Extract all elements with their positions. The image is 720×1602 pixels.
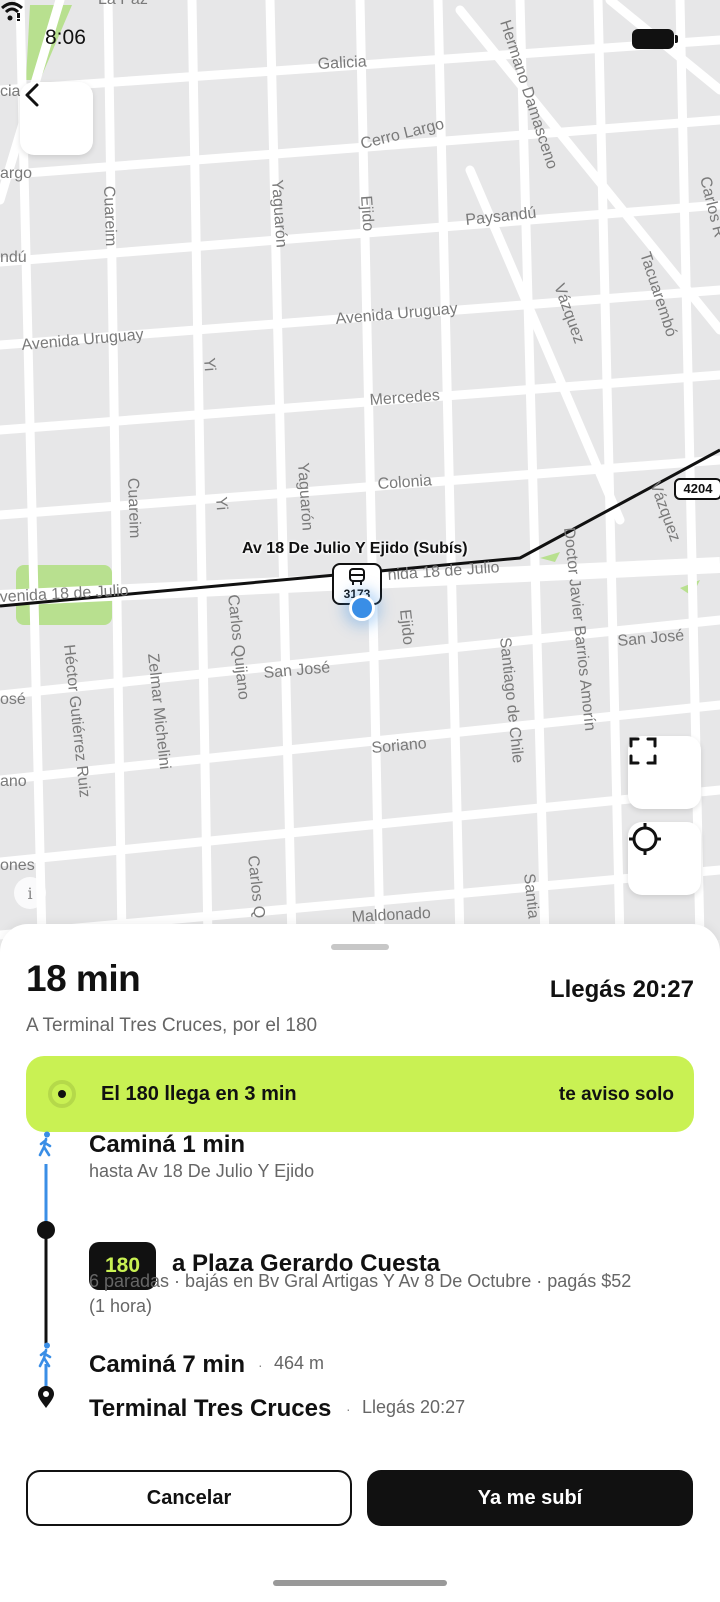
svg-text:Ejido: Ejido	[396, 609, 417, 646]
svg-text:Cerro Largo: Cerro Largo	[359, 116, 446, 153]
svg-text:Zelmar Michelini: Zelmar Michelini	[144, 653, 173, 771]
svg-text:cia: cia	[0, 83, 21, 100]
battery-icon	[632, 29, 678, 49]
walk-step-title: Caminá 1 min	[89, 1131, 246, 1158]
walk2-distance: 464 m	[274, 1353, 325, 1373]
svg-text:Mercedes: Mercedes	[369, 387, 440, 409]
separator-dot: ·	[258, 1357, 263, 1373]
status-bar: 8:06	[0, 0, 720, 76]
svg-text:ones: ones	[0, 857, 35, 874]
svg-text:Santiago de Chile: Santiago de Chile	[496, 637, 526, 764]
svg-text:San José: San José	[263, 659, 331, 682]
walk-icon-2	[38, 1342, 52, 1368]
bus-step-detail: 6 paradas · bajás en Bv Gral Artigas Y A…	[89, 1271, 632, 1291]
final-destination-title: Terminal Tres Cruces	[89, 1395, 332, 1422]
boarded-button[interactable]: Ya me subí	[367, 1470, 693, 1526]
svg-text:Vázquez: Vázquez	[550, 282, 587, 346]
svg-text:Cuareim: Cuareim	[124, 478, 143, 539]
final-arrival-time: Llegás 20:27	[362, 1397, 466, 1417]
locate-me-button[interactable]	[628, 822, 701, 895]
svg-text:Carlos Q: Carlos Q	[244, 855, 268, 920]
stop-label: Av 18 De Julio Y Ejido (Subís)	[242, 540, 468, 557]
map-info-button[interactable]: i	[14, 877, 46, 909]
status-time: 8:06	[45, 26, 86, 49]
svg-text:Carlos Quijano: Carlos Quijano	[224, 594, 252, 701]
svg-text:Avenida Uruguay: Avenida Uruguay	[335, 300, 458, 328]
svg-text:ano: ano	[0, 773, 27, 790]
svg-text:Yi: Yi	[212, 496, 230, 511]
walk-icon	[38, 1131, 52, 1157]
map-view[interactable]: La Paz cia Galicia Cerro Largo Hermano D…	[0, 0, 720, 940]
trip-bottom-sheet: 18 min A Terminal Tres Cruces, por el 18…	[0, 924, 720, 1602]
separator-dot-2: ·	[346, 1401, 351, 1417]
back-button[interactable]	[20, 82, 93, 155]
expand-map-button[interactable]	[628, 736, 701, 809]
street-labels: La Paz cia Galicia Cerro Largo Hermano D…	[0, 0, 720, 926]
svg-text:Colonia: Colonia	[377, 472, 432, 493]
svg-text:Cuareim: Cuareim	[100, 186, 119, 247]
svg-text:Carlos R: Carlos R	[696, 175, 720, 239]
svg-text:Soriano: Soriano	[371, 735, 428, 757]
svg-text:venida 18 de Julio: venida 18 de Julio	[0, 582, 129, 606]
home-indicator[interactable]	[273, 1580, 447, 1586]
expand-icon	[629, 737, 657, 765]
svg-text:Tacuarembó: Tacuarembó	[636, 250, 679, 339]
svg-text:San José: San José	[617, 627, 685, 650]
destination-pin-icon	[38, 1386, 54, 1408]
svg-text:Yaguarón: Yaguarón	[294, 462, 316, 531]
svg-text:nida 18 de Julio: nida 18 de Julio	[387, 559, 500, 584]
svg-text:Yaguarón: Yaguarón	[268, 179, 290, 248]
svg-text:Santia: Santia	[520, 873, 542, 920]
svg-text:Doctor Javier Barrios Amorín: Doctor Javier Barrios Amorín	[560, 527, 598, 732]
svg-text:Ejido: Ejido	[357, 195, 376, 232]
svg-text:Yi: Yi	[200, 357, 218, 372]
svg-text:osé: osé	[0, 691, 26, 708]
wifi-icon	[0, 2, 24, 21]
svg-text:ndú: ndú	[0, 249, 27, 266]
svg-text:argo: argo	[0, 165, 32, 182]
svg-text:Avenida Uruguay: Avenida Uruguay	[21, 326, 144, 354]
walk2-step-title: Caminá 7 min	[89, 1351, 246, 1378]
svg-text:Paysandú: Paysandú	[465, 205, 538, 229]
bus-step-duration: (1 hora)	[89, 1296, 153, 1316]
cancel-button[interactable]: Cancelar	[26, 1470, 352, 1526]
bus-icon	[349, 568, 365, 585]
svg-text:Héctor Gutiérrez Ruiz: Héctor Gutiérrez Ruiz	[60, 644, 93, 799]
walk-step-subtitle: hasta Av 18 De Julio Y Ejido	[89, 1161, 315, 1181]
route-shield: 4204	[674, 478, 720, 500]
svg-text:Maldonado: Maldonado	[351, 905, 431, 926]
user-location-dot	[349, 595, 375, 621]
chevron-left-icon	[25, 83, 39, 107]
crosshair-icon	[629, 823, 661, 855]
